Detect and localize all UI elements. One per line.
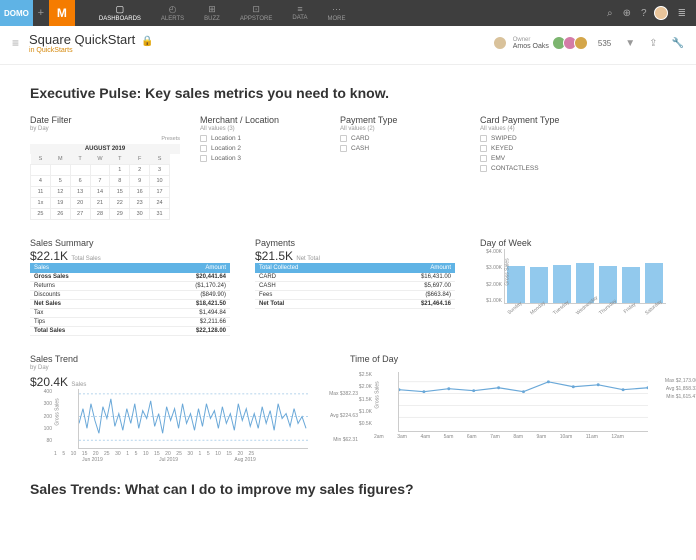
calendar-day[interactable]: 10 — [150, 176, 170, 187]
filter-icon[interactable]: ▼ — [625, 38, 635, 49]
owner-name: Amos Oaks — [513, 43, 549, 50]
table-row: Tips$2,211.66 — [30, 318, 230, 327]
bar — [530, 267, 548, 303]
table-row: Fees($663.84) — [255, 291, 455, 300]
top-nav: DOMO + M ▢DASHBOARDS◴ALERTS⊞BUZZ⊡APPSTOR… — [0, 0, 696, 26]
calendar-day[interactable]: 13 — [70, 187, 90, 198]
filter-option[interactable]: Location 3 — [200, 155, 320, 162]
calendar-day[interactable]: 5 — [50, 176, 70, 187]
filter-option[interactable]: Location 1 — [200, 135, 320, 142]
nav-more[interactable]: ⋯MORE — [318, 1, 356, 25]
day-of-week-chart: Day of Week $4.00K$3.00K$2.00K$1.00K Gro… — [480, 238, 666, 336]
filter-option[interactable]: CARD — [340, 135, 460, 142]
bar — [622, 267, 640, 303]
nav-dashboards[interactable]: ▢DASHBOARDS — [89, 1, 151, 25]
table-row: Discounts($849.90) — [30, 291, 230, 300]
calendar-day[interactable]: 23 — [130, 198, 150, 209]
calendar-day[interactable]: 3 — [150, 165, 170, 176]
filter-option[interactable]: CONTACTLESS — [480, 165, 600, 172]
table-row: CARD$16,431.00 — [255, 273, 455, 282]
calendar-day[interactable]: 15 — [110, 187, 130, 198]
calendar-day[interactable]: 4 — [31, 176, 51, 187]
calendar-day[interactable]: 6 — [70, 176, 90, 187]
bar — [645, 263, 663, 303]
calendar-day[interactable]: 27 — [70, 209, 90, 220]
nav-data[interactable]: ≡DATA — [282, 1, 317, 25]
nav-alerts[interactable]: ◴ALERTS — [151, 1, 194, 25]
page-title: Square QuickStart — [29, 32, 135, 47]
calendar-day[interactable] — [70, 165, 90, 176]
lock-icon: 🔒 — [141, 36, 153, 47]
filter-option[interactable]: KEYED — [480, 145, 600, 152]
calendar-day[interactable]: 24 — [150, 198, 170, 209]
menu-icon[interactable]: ≡ — [12, 36, 19, 50]
calendar[interactable]: SMTWTFS12345678910111213141516171x192021… — [30, 154, 170, 220]
filter-option[interactable]: EMV — [480, 155, 600, 162]
calendar-day[interactable]: 1 — [110, 165, 130, 176]
bar — [553, 265, 571, 303]
calendar-day[interactable]: 16 — [130, 187, 150, 198]
calendar-day[interactable]: 28 — [90, 209, 110, 220]
calendar-day[interactable]: 31 — [150, 209, 170, 220]
calendar-day[interactable]: 14 — [90, 187, 110, 198]
section-heading-2: Sales Trends: What can I do to improve m… — [30, 481, 666, 497]
calendar-day[interactable]: 7 — [90, 176, 110, 187]
table-row: Net Total$21,464.16 — [255, 300, 455, 309]
table-row: Returns($1,170.24) — [30, 282, 230, 291]
add-icon[interactable]: + — [33, 0, 49, 26]
calendar-day[interactable]: 12 — [50, 187, 70, 198]
table-row: Tax$1,494.84 — [30, 309, 230, 318]
share-icon[interactable]: ⇪ — [649, 38, 657, 49]
calendar-day[interactable]: 17 — [150, 187, 170, 198]
filter-option[interactable]: SWIPED — [480, 135, 600, 142]
sales-trend-card: Sales Trend by Day $20.4K Sales 40030020… — [30, 354, 330, 463]
calendar-day[interactable]: 25 — [31, 209, 51, 220]
calendar-day[interactable]: 11 — [31, 187, 51, 198]
page-header: ≡ Square QuickStart🔒 in QuickStarts Owne… — [0, 26, 696, 65]
calendar-day[interactable]: 20 — [70, 198, 90, 209]
calendar-day[interactable]: 8 — [110, 176, 130, 187]
calendar-day[interactable]: 1x — [31, 198, 51, 209]
owner-avatar[interactable] — [493, 36, 507, 50]
nav-appstore[interactable]: ⊡APPSTORE — [230, 1, 283, 25]
calendar-day[interactable]: 30 — [130, 209, 150, 220]
calendar-day[interactable]: 22 — [110, 198, 130, 209]
apps-icon[interactable]: ≣ — [678, 8, 686, 19]
section-heading-1: Executive Pulse: Key sales metrics you n… — [30, 85, 666, 101]
time-of-day-card: Time of Day $2.5K$2.0K$1.5K$1.0K$0.5K Gr… — [350, 354, 666, 463]
m-logo[interactable]: M — [49, 0, 75, 26]
breadcrumb[interactable]: in QuickStarts — [29, 47, 154, 54]
date-filter-card: Date Filter by Day Presets AUGUST 2019 S… — [30, 115, 180, 220]
table-row: Gross Sales$20,441.64 — [30, 273, 230, 282]
payments-card: Payments $21.5K Net Total Total Collecte… — [255, 238, 460, 336]
filter-option[interactable]: Location 2 — [200, 145, 320, 152]
table-row: CASH$5,697.00 — [255, 282, 455, 291]
share-count: 535 — [598, 39, 611, 48]
calendar-day[interactable]: 26 — [50, 209, 70, 220]
calendar-day[interactable]: 2 — [130, 165, 150, 176]
presets-link[interactable]: Presets — [30, 136, 180, 142]
table-row: Total Sales$22,128.00 — [30, 327, 230, 336]
calendar-day[interactable]: 21 — [90, 198, 110, 209]
plus-icon[interactable]: ⊕ — [623, 8, 631, 19]
filter-option[interactable]: CASH — [340, 145, 460, 152]
sales-summary-card: Sales Summary $22.1K Total Sales SalesAm… — [30, 238, 235, 336]
wrench-icon[interactable]: 🔧 — [672, 38, 684, 49]
calendar-day[interactable] — [50, 165, 70, 176]
calendar-day[interactable] — [90, 165, 110, 176]
calendar-day[interactable] — [31, 165, 51, 176]
domo-logo[interactable]: DOMO — [0, 0, 33, 26]
table-row: Net Sales$18,421.50 — [30, 300, 230, 309]
calendar-day[interactable]: 9 — [130, 176, 150, 187]
help-icon[interactable]: ? — [641, 8, 647, 19]
calendar-day[interactable]: 19 — [50, 198, 70, 209]
user-avatar[interactable] — [654, 6, 668, 20]
calendar-day[interactable]: 29 — [110, 209, 130, 220]
search-icon[interactable]: ⌕ — [607, 8, 613, 19]
nav-buzz[interactable]: ⊞BUZZ — [194, 1, 230, 25]
shared-avatars[interactable] — [555, 36, 588, 50]
